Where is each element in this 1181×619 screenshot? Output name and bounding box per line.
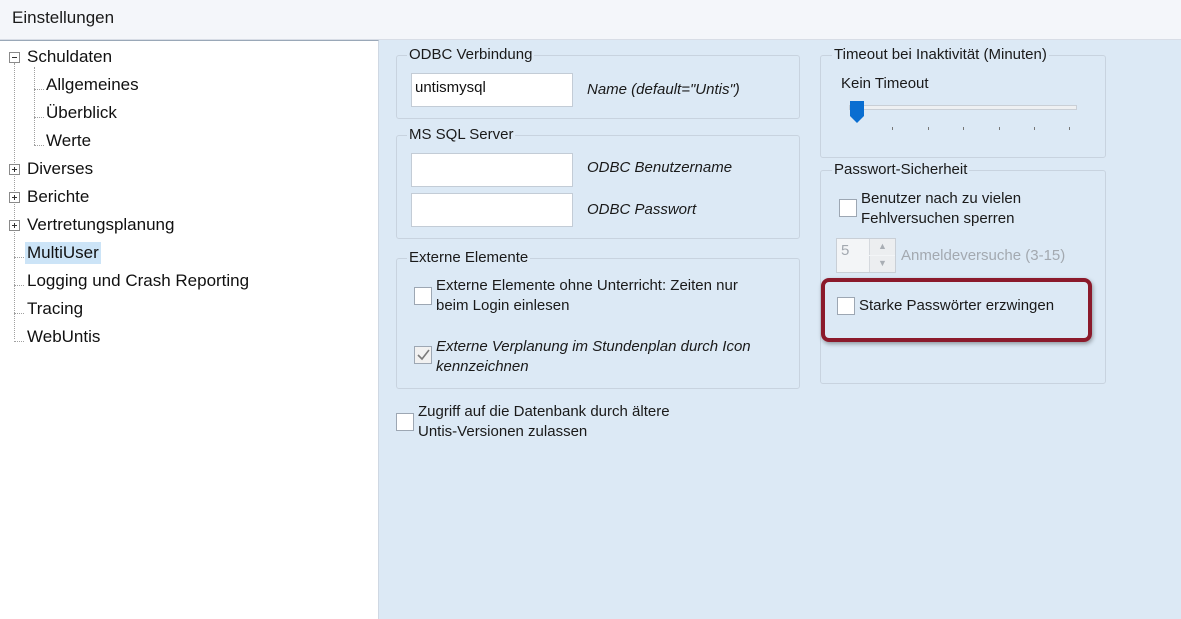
- timeout-value-label: Kein Timeout: [841, 75, 929, 92]
- tree-connector: [34, 117, 44, 118]
- mssql-group-title: MS SQL Server: [407, 126, 516, 143]
- attempts-spinner[interactable]: 5 ▲ ▼: [836, 238, 896, 273]
- external-icon-checkbox[interactable]: [414, 346, 432, 364]
- slider-tick: [963, 127, 964, 130]
- strong-password-label: Starke Passwörter erzwingen: [859, 297, 1055, 314]
- password-group-title: Passwort-Sicherheit: [832, 161, 970, 178]
- tree-item-allgemeines[interactable]: Allgemeines: [46, 74, 139, 96]
- tree-item-tracing[interactable]: Tracing: [27, 298, 83, 320]
- spin-down-button[interactable]: ▼: [869, 256, 895, 272]
- expand-icon[interactable]: [9, 220, 20, 231]
- external-times-label-line: beim Login einlesen: [436, 297, 570, 314]
- odbc-username-label: ODBC Benutzername: [587, 159, 733, 176]
- tree-item-webuntis[interactable]: WebUntis: [27, 326, 100, 348]
- legacy-access-label-line: Untis-Versionen zulassen: [418, 423, 588, 440]
- odbc-group-title: ODBC Verbindung: [407, 46, 535, 63]
- external-group-title: Externe Elemente: [407, 249, 531, 266]
- tree-connector: [14, 341, 24, 342]
- slider-tick: [1034, 127, 1035, 130]
- window-title: Einstellungen: [12, 8, 115, 27]
- title-bar: Einstellungen: [0, 0, 1181, 40]
- slider-tick: [999, 127, 1000, 130]
- tree-item-logging[interactable]: Logging und Crash Reporting: [27, 270, 249, 292]
- collapse-icon[interactable]: [9, 52, 20, 63]
- timeout-slider-track[interactable]: [849, 105, 1077, 110]
- external-times-label-line: Externe Elemente ohne Unterricht: Zeiten…: [436, 277, 738, 294]
- attempts-value: 5: [841, 242, 850, 259]
- timeout-slider-thumb[interactable]: [850, 101, 864, 123]
- tree-connector: [34, 67, 35, 145]
- external-icon-label: Externe Verplanung im Stundenplan durch …: [436, 337, 751, 377]
- external-icon-label-line: Externe Verplanung im Stundenplan durch …: [436, 338, 751, 355]
- tree-item-berichte[interactable]: Berichte: [27, 186, 89, 208]
- tree-connector: [34, 89, 44, 90]
- lock-user-label: Benutzer nach zu vielen Fehlversuchen sp…: [861, 189, 1021, 229]
- tree-item-multiuser[interactable]: MultiUser: [25, 242, 101, 264]
- lock-user-label-line: Benutzer nach zu vielen: [861, 190, 1022, 207]
- tree-item-schuldaten[interactable]: Schuldaten: [27, 46, 112, 68]
- tree-connector: [14, 285, 24, 286]
- odbc-name-label: Name (default="Untis"): [587, 81, 740, 98]
- lock-user-checkbox[interactable]: [839, 199, 857, 217]
- tree-item-vertretungsplanung[interactable]: Vertretungsplanung: [27, 214, 174, 236]
- odbc-name-input[interactable]: untismysql: [411, 73, 573, 107]
- tree-connector: [34, 145, 44, 146]
- tree-item-ueberblick[interactable]: Überblick: [46, 102, 117, 124]
- external-times-checkbox[interactable]: [414, 287, 432, 305]
- odbc-username-input[interactable]: [411, 153, 573, 187]
- tree-item-diverses[interactable]: Diverses: [27, 158, 93, 180]
- odbc-password-label: ODBC Passwort: [587, 201, 697, 218]
- lock-user-label-line: Fehlversuchen sperren: [861, 210, 1015, 227]
- legacy-access-label-line: Zugriff auf die Datenbank durch ältere: [418, 403, 670, 420]
- slider-tick: [1069, 127, 1070, 130]
- tree-connector: [14, 257, 24, 258]
- slider-tick: [892, 127, 893, 130]
- checkmark-icon: [417, 349, 430, 361]
- external-times-label: Externe Elemente ohne Unterricht: Zeiten…: [436, 276, 738, 316]
- expand-icon[interactable]: [9, 164, 20, 175]
- attempts-label: Anmeldeversuche (3-15): [901, 247, 1066, 264]
- tree-connector: [14, 313, 24, 314]
- legacy-access-checkbox[interactable]: [396, 413, 414, 431]
- spin-up-button[interactable]: ▲: [869, 239, 895, 255]
- legacy-access-label: Zugriff auf die Datenbank durch ältere U…: [418, 402, 670, 442]
- strong-password-checkbox[interactable]: [837, 297, 855, 315]
- timeout-group-title: Timeout bei Inaktivität (Minuten): [832, 46, 1049, 63]
- external-icon-label-line: kennzeichnen: [436, 358, 529, 375]
- tree-item-werte[interactable]: Werte: [46, 130, 91, 152]
- slider-tick: [928, 127, 929, 130]
- expand-icon[interactable]: [9, 192, 20, 203]
- settings-tree[interactable]: Schuldaten Allgemeines Überblick Werte D…: [0, 40, 379, 619]
- odbc-password-input[interactable]: [411, 193, 573, 227]
